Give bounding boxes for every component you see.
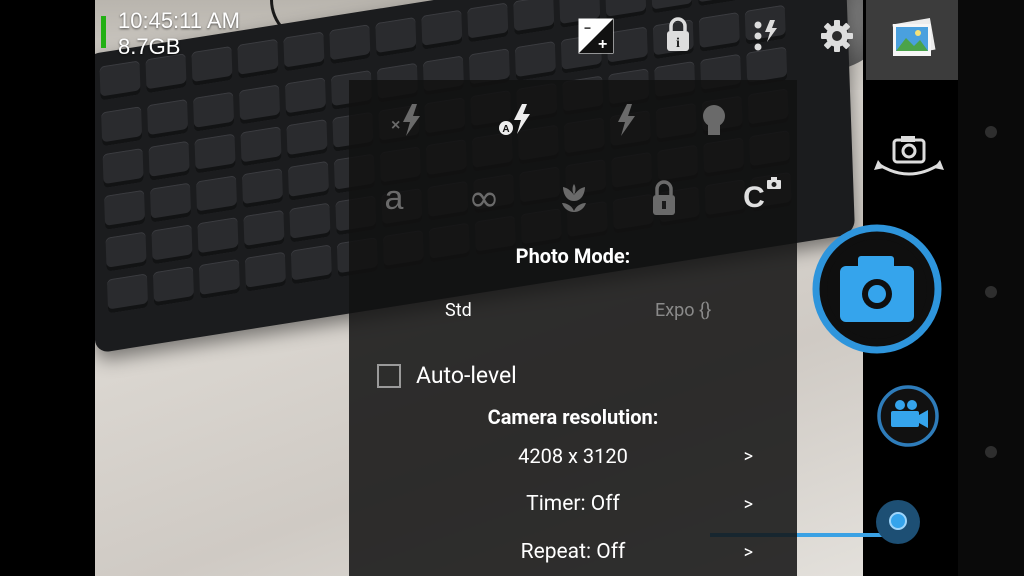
video-camera-icon [877, 385, 939, 447]
focus-locked-button[interactable] [619, 168, 709, 228]
svg-text:−: − [584, 21, 591, 35]
torch-icon [703, 105, 725, 135]
flash-options-row: × A [363, 90, 759, 150]
photo-mode-title: Photo Mode: [515, 244, 631, 268]
gallery-button[interactable] [866, 0, 958, 80]
flash-off-icon: × [391, 104, 420, 136]
auto-level-label[interactable]: Auto-level [416, 362, 517, 389]
timer-row[interactable]: Timer: Off > [349, 490, 797, 520]
chevron-right-icon: > [743, 542, 753, 563]
gallery-icon [892, 17, 936, 57]
popup-menu-icon[interactable] [746, 14, 790, 58]
switch-camera-button[interactable] [870, 130, 950, 190]
flash-auto-button[interactable]: A [471, 90, 561, 150]
info-lock-icon[interactable]: i [656, 14, 700, 58]
video-mode-button[interactable] [876, 384, 940, 448]
svg-text:A: A [502, 124, 509, 135]
mode-std-button[interactable]: Std [445, 300, 472, 321]
clock-text: 10:45:11 AM [118, 8, 240, 33]
resolution-row[interactable]: 4208 x 3120 > [349, 442, 797, 472]
focus-auto-button[interactable]: a [349, 168, 439, 228]
settings-popup: × A a ∞ C Photo Mode: Std Expo {} Auto-l… [349, 80, 797, 576]
flash-on-button[interactable] [579, 90, 669, 150]
svg-text:+: + [598, 36, 607, 53]
bezel-dot [985, 446, 997, 458]
focus-options-row: a ∞ C [349, 168, 799, 228]
focus-macro-button[interactable] [529, 168, 619, 228]
settings-icon[interactable] [815, 14, 859, 58]
resolution-value: 4208 x 3120 [518, 444, 628, 468]
free-storage-text: 8.7GB [118, 34, 181, 59]
zoom-slider-handle-dot [889, 512, 907, 530]
camera-shutter-icon [812, 224, 942, 354]
battery-indicator [101, 16, 106, 48]
focus-lock-icon [653, 180, 675, 215]
focus-infinity-button[interactable]: ∞ [439, 168, 529, 228]
macro-flower-icon [562, 184, 586, 212]
chevron-right-icon: > [743, 494, 753, 515]
focus-auto-icon: a [384, 178, 404, 217]
camera-resolution-title: Camera resolution: [487, 405, 659, 429]
bezel-dot [985, 126, 997, 138]
flash-on-icon [618, 104, 635, 136]
svg-text:×: × [391, 117, 400, 134]
bezel-dot [985, 286, 997, 298]
flash-auto-icon: A [499, 104, 530, 135]
timer-label: Timer: Off [526, 492, 620, 516]
switch-camera-icon [874, 136, 944, 176]
repeat-row[interactable]: Repeat: Off > [349, 538, 797, 568]
focus-continuous-icon: C [743, 177, 781, 215]
chevron-right-icon: > [743, 446, 753, 467]
torch-button[interactable] [669, 90, 759, 150]
repeat-label: Repeat: Off [520, 540, 626, 564]
mode-expo-button[interactable]: Expo {} [655, 300, 711, 321]
take-photo-button[interactable] [812, 224, 942, 354]
svg-text:i: i [676, 36, 680, 51]
auto-level-checkbox[interactable] [377, 364, 401, 388]
focus-infinity-icon: ∞ [468, 176, 500, 220]
focus-continuous-button[interactable]: C [709, 168, 799, 228]
flash-off-button[interactable]: × [363, 90, 453, 150]
exposure-icon[interactable]: − + [574, 14, 618, 58]
